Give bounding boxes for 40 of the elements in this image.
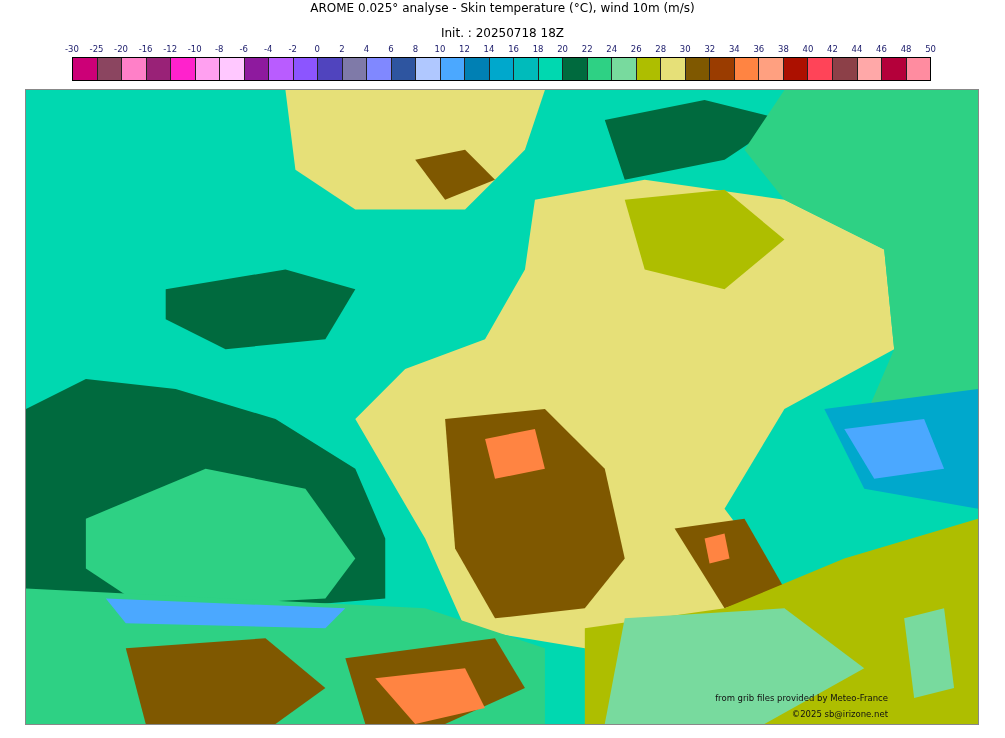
colorbar-tick-label: -25 (88, 43, 105, 56)
colorbar-tick-label: 16 (507, 43, 520, 56)
colorbar-tick-label: 38 (777, 43, 790, 56)
colorbar-tick-label: -12 (162, 43, 179, 56)
colorbar-tick-label: 30 (678, 43, 692, 56)
colorbar-tick-label: -30 (64, 43, 80, 56)
chart-title: AROME 0.025° analyse - Skin temperature (°C), wind 10m (m/s) (309, 0, 696, 17)
colorbar-tick-label: -4 (263, 43, 274, 56)
colorbar-tick-label: 22 (580, 43, 594, 56)
colorbar-tick-label: 2 (338, 43, 346, 56)
colorbar-tick-label: 28 (654, 43, 668, 56)
colorbar-tick-label: 20 (556, 43, 570, 56)
colorbar-tick-label: -8 (213, 43, 225, 56)
colorbar-tick-label: 40 (801, 43, 815, 56)
colorbar-tick-label: 0 (313, 43, 321, 56)
copyright-text: ©2025 sb@irizone.net (791, 708, 888, 721)
colorbar-tick-label: -2 (287, 43, 298, 56)
colorbar-tick-label: 46 (875, 43, 888, 56)
colorbar-tick-label: -6 (238, 43, 249, 56)
colorbar-tick-label: 12 (458, 43, 471, 56)
colorbar-tick-label: 44 (850, 43, 864, 56)
colorbar-tick-label: 48 (899, 43, 913, 56)
colorbar-tick-label: 14 (482, 43, 496, 56)
colorbar-tick-label: 34 (727, 43, 741, 56)
colorbar-tick-label: 36 (752, 43, 766, 56)
colorbar-tick-label: -20 (113, 43, 129, 56)
colorbar-tick-label: -10 (186, 43, 203, 56)
colorbar-tick-label: 26 (629, 43, 643, 56)
colorbar-tick-label: 10 (433, 43, 447, 56)
colorbar-tick-label: -16 (137, 43, 154, 56)
colorbar-tick-label: 8 (411, 43, 420, 56)
colorbar-tick-label: 18 (531, 43, 545, 56)
colorbar-tick-label: 32 (703, 43, 717, 56)
chart-subtitle: Init. : 20250718 18Z (439, 25, 566, 41)
colorbar-tick-label: 6 (387, 43, 395, 56)
colorbar-tick-label: 4 (362, 43, 371, 56)
colorbar-tick-label: 42 (826, 43, 839, 56)
colorbar-tick-label: 50 (924, 43, 937, 56)
credit-text: from grib files provided by Meteo-France (715, 692, 888, 705)
colorbar-tick-label: 24 (605, 43, 619, 56)
